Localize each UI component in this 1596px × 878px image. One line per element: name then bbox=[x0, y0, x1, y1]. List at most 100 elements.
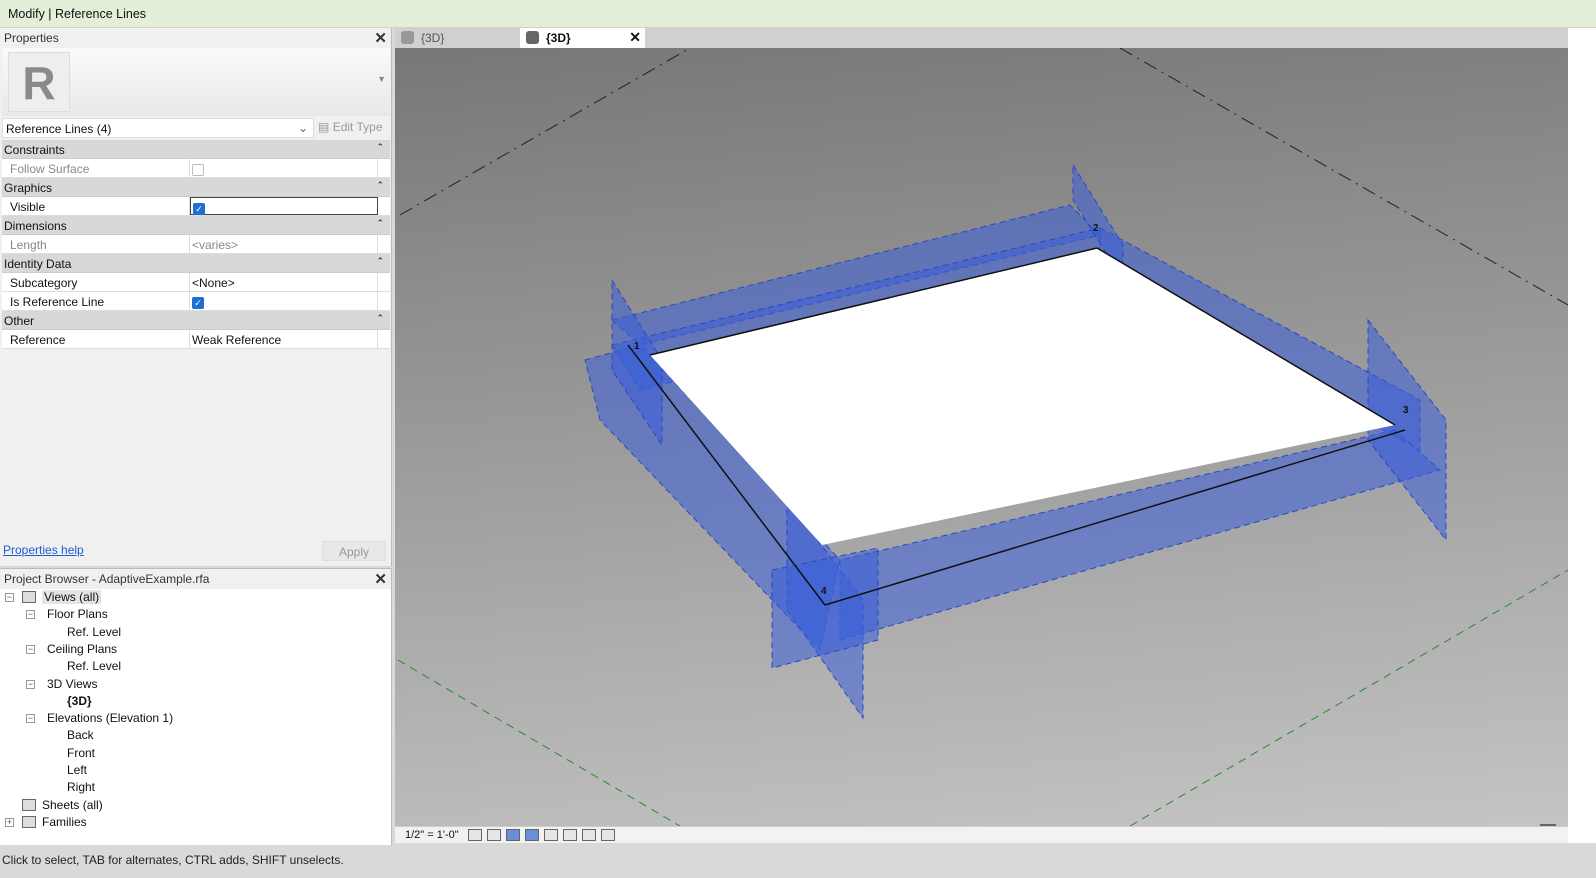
property-grid: Constraints ⌃ Follow Surface Graphics ⌃ Visib… bbox=[2, 140, 390, 349]
plane-pt3 bbox=[1367, 318, 1447, 542]
property-label: Reference bbox=[2, 330, 190, 348]
ref-plane-line bbox=[1129, 569, 1568, 826]
collapse-icon[interactable]: − bbox=[5, 593, 14, 602]
property-checkbox bbox=[192, 163, 204, 176]
category-identity-data[interactable]: Identity Data ⌃ bbox=[2, 254, 390, 273]
property-row: Subcategory <None> bbox=[2, 273, 390, 292]
tree-item[interactable]: Floor Plans bbox=[47, 607, 108, 621]
property-value-cell[interactable] bbox=[190, 159, 378, 177]
close-icon[interactable]: ✕ bbox=[629, 29, 641, 46]
property-row: Follow Surface bbox=[2, 159, 390, 178]
category-constraints[interactable]: Constraints ⌃ bbox=[2, 140, 390, 159]
collapse-icon[interactable]: − bbox=[26, 610, 35, 620]
folder-icon bbox=[22, 798, 36, 811]
property-value-cell[interactable]: ✓ bbox=[190, 197, 378, 215]
folder-icon bbox=[22, 815, 36, 828]
property-checkbox[interactable]: ✓ bbox=[192, 296, 204, 309]
apply-button[interactable]: Apply bbox=[322, 541, 386, 561]
ref-plane-line bbox=[397, 659, 681, 826]
model-canvas: 1 2 3 4 bbox=[397, 48, 1568, 826]
category-label: Graphics bbox=[4, 181, 53, 195]
category-other[interactable]: Other ⌃ bbox=[2, 311, 390, 330]
collapse-icon[interactable]: ⌃ bbox=[376, 180, 384, 191]
browser-header: Project Browser - AdaptiveExample.rfa ✕ bbox=[0, 569, 391, 589]
property-value: <varies> bbox=[192, 238, 239, 252]
tree-item[interactable]: Ref. Level bbox=[67, 659, 121, 673]
collapse-icon[interactable]: ⌃ bbox=[376, 218, 384, 229]
right-margin bbox=[1568, 28, 1596, 843]
tree-item[interactable]: Families bbox=[42, 815, 87, 829]
type-selector[interactable]: Reference Lines (4) ⌄ bbox=[2, 118, 314, 138]
property-label: Visible bbox=[2, 197, 190, 215]
edit-type-label: Edit Type bbox=[332, 120, 383, 134]
properties-title: Properties bbox=[4, 31, 59, 45]
properties-help-link[interactable]: Properties help bbox=[3, 543, 84, 557]
visual-style-icon[interactable] bbox=[487, 829, 501, 841]
properties-header: Properties ✕ bbox=[0, 28, 391, 48]
tab-label: {3D} bbox=[421, 31, 445, 45]
adaptive-point-4[interactable]: 4 bbox=[821, 586, 827, 597]
property-value-cell[interactable]: Weak Reference bbox=[190, 330, 378, 348]
expand-icon[interactable]: + bbox=[5, 817, 14, 827]
tree-item[interactable]: {3D} bbox=[67, 694, 92, 708]
browser-title: Project Browser - AdaptiveExample.rfa bbox=[4, 572, 210, 586]
dropdown-arrow-icon[interactable]: ▼ bbox=[377, 74, 386, 84]
property-value-cell[interactable]: ✓ bbox=[190, 292, 378, 310]
property-value: Weak Reference bbox=[192, 333, 282, 347]
category-dimensions[interactable]: Dimensions ⌃ bbox=[2, 216, 390, 235]
collapse-icon[interactable]: − bbox=[26, 714, 35, 724]
collapse-icon[interactable]: ⌃ bbox=[376, 256, 384, 267]
view-control-bar: 1/2" = 1'-0" bbox=[395, 826, 1568, 843]
property-label: Length bbox=[2, 235, 190, 253]
property-value-cell[interactable]: <None> bbox=[190, 273, 378, 291]
collapse-icon[interactable]: ⌃ bbox=[376, 142, 384, 153]
view-scale[interactable]: 1/2" = 1'-0" bbox=[405, 829, 459, 841]
tree-item[interactable]: Ref. Level bbox=[67, 625, 121, 639]
tree-item[interactable]: Back bbox=[67, 728, 94, 742]
shadows-icon[interactable] bbox=[525, 829, 539, 841]
tree-item[interactable]: Elevations (Elevation 1) bbox=[47, 711, 173, 725]
property-label: Subcategory bbox=[2, 273, 190, 291]
category-graphics[interactable]: Graphics ⌃ bbox=[2, 178, 390, 197]
adaptive-point-3[interactable]: 3 bbox=[1403, 405, 1409, 416]
3d-viewport[interactable]: 1 2 3 4 bbox=[395, 48, 1568, 826]
category-label: Constraints bbox=[4, 143, 65, 157]
show-crop-icon[interactable] bbox=[601, 829, 615, 841]
render-icon[interactable] bbox=[544, 829, 558, 841]
tree-item[interactable]: Ceiling Plans bbox=[47, 642, 117, 656]
property-label: Is Reference Line bbox=[2, 292, 190, 310]
tree-item[interactable]: Left bbox=[67, 763, 87, 777]
adaptive-point-1[interactable]: 1 bbox=[634, 341, 640, 352]
adaptive-point-2[interactable]: 2 bbox=[1093, 223, 1099, 234]
sun-path-off-icon[interactable] bbox=[506, 829, 520, 841]
crop-view-icon[interactable] bbox=[582, 829, 596, 841]
property-value-cell[interactable]: <varies> bbox=[190, 235, 378, 253]
project-browser: Project Browser - AdaptiveExample.rfa ✕ −… bbox=[0, 568, 392, 845]
tree-item[interactable]: Right bbox=[67, 780, 95, 794]
category-label: Other bbox=[4, 314, 35, 328]
category-label: Identity Data bbox=[4, 257, 72, 271]
collapse-icon[interactable]: − bbox=[26, 679, 35, 689]
edit-type-button[interactable]: ▤ Edit Type bbox=[318, 120, 383, 134]
revit-logo: R bbox=[8, 52, 70, 112]
lock-view-icon[interactable] bbox=[563, 829, 577, 841]
close-icon[interactable]: ✕ bbox=[374, 29, 387, 47]
tree-item[interactable]: Sheets (all) bbox=[42, 798, 103, 812]
category-label: Dimensions bbox=[4, 219, 67, 233]
collapse-icon[interactable]: − bbox=[26, 644, 35, 654]
3d-view-icon bbox=[401, 31, 414, 44]
tree-item[interactable]: Views (all) bbox=[42, 590, 102, 604]
detail-level-icon[interactable] bbox=[468, 829, 482, 841]
view-tabs: {3D} {3D} ✕ bbox=[395, 28, 1568, 48]
close-icon[interactable]: ✕ bbox=[374, 570, 387, 588]
property-row: Visible ✓ bbox=[2, 197, 390, 216]
tree-item[interactable]: Front bbox=[67, 746, 95, 760]
tree-item[interactable]: 3D Views bbox=[47, 677, 97, 691]
edit-type-icon: ▤ bbox=[318, 120, 330, 134]
tab-3d-active[interactable]: {3D} ✕ bbox=[520, 28, 645, 48]
3d-view-icon bbox=[526, 31, 539, 44]
collapse-icon[interactable]: ⌃ bbox=[376, 313, 384, 324]
property-checkbox[interactable]: ✓ bbox=[193, 202, 205, 215]
property-row: Is Reference Line ✓ bbox=[2, 292, 390, 311]
tab-3d-inactive[interactable]: {3D} bbox=[395, 28, 520, 48]
